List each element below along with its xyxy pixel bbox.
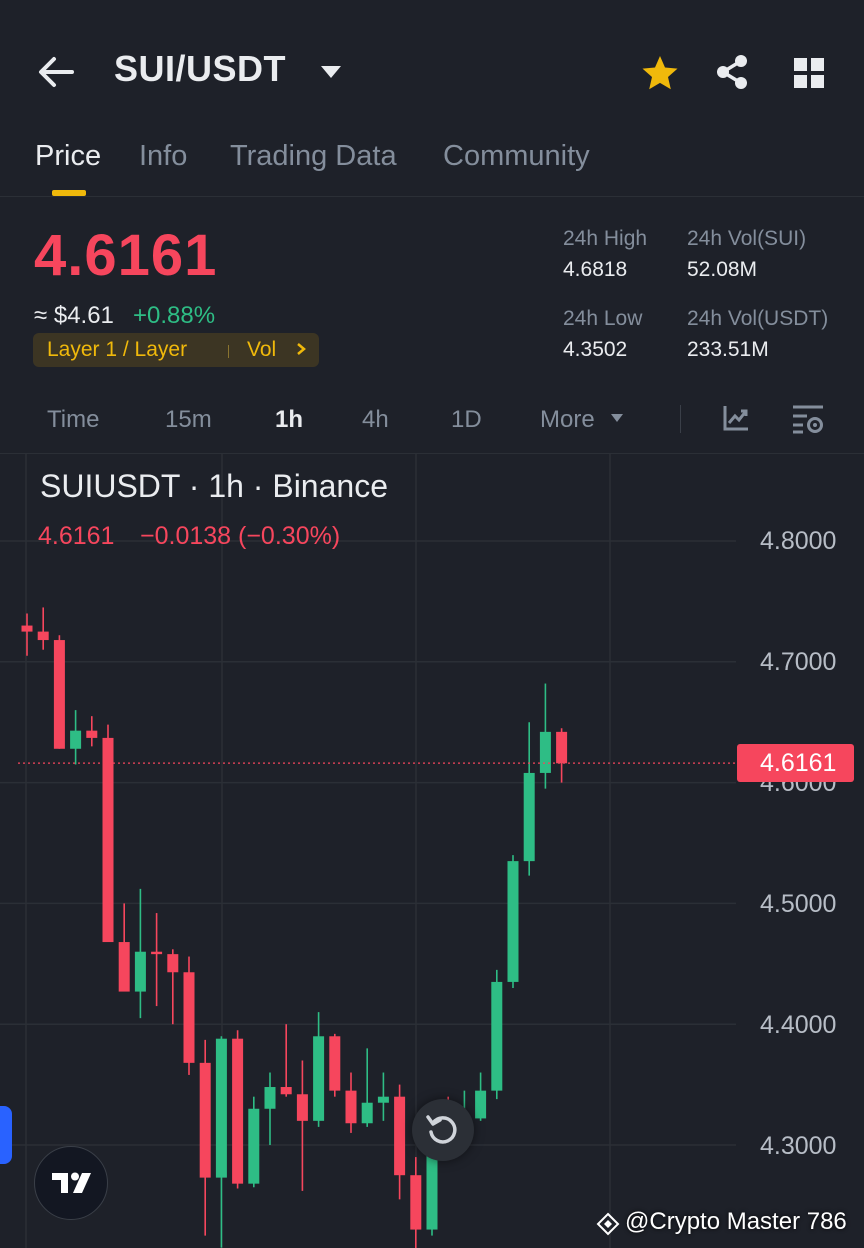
interval-time[interactable]: Time bbox=[47, 406, 99, 434]
candle-up bbox=[523, 772, 535, 862]
tab-trading-data[interactable]: Trading Data bbox=[230, 140, 397, 173]
change-percent: +0.88% bbox=[133, 302, 216, 329]
vol-quote-value: 233.51M bbox=[687, 338, 769, 361]
top-bar: SUI/USDT bbox=[0, 0, 864, 130]
candle-down bbox=[118, 942, 130, 992]
high-label: 24h High bbox=[563, 227, 648, 250]
star-icon[interactable] bbox=[641, 54, 679, 92]
tab-community[interactable]: Community bbox=[443, 140, 590, 173]
ohlc-change: −0.0138 (−0.30%) bbox=[140, 522, 341, 550]
tab-info[interactable]: Info bbox=[139, 140, 187, 173]
candle-up bbox=[475, 1090, 487, 1119]
candle-up bbox=[248, 1108, 260, 1184]
candle-down bbox=[329, 1036, 341, 1091]
candle-down bbox=[199, 1062, 211, 1178]
candle-down bbox=[232, 1038, 244, 1184]
candle-down bbox=[53, 640, 65, 749]
candle-up bbox=[539, 731, 551, 773]
candle-down bbox=[345, 1090, 357, 1124]
candle-down bbox=[394, 1096, 406, 1176]
caret-down-icon bbox=[611, 414, 623, 422]
interval-4h[interactable]: 4h bbox=[362, 406, 389, 434]
share-icon[interactable] bbox=[713, 53, 751, 91]
tab-price[interactable]: Price bbox=[35, 140, 101, 173]
category-tag-label: Layer 1 / Layer bbox=[47, 338, 188, 361]
interval-1h[interactable]: 1h bbox=[275, 406, 303, 434]
interval-1d[interactable]: 1D bbox=[451, 406, 482, 434]
candle-down bbox=[556, 731, 568, 764]
candle-down bbox=[167, 954, 179, 973]
low-value: 4.3502 bbox=[563, 338, 628, 361]
candle-up bbox=[507, 861, 519, 982]
interval-15m[interactable]: 15m bbox=[165, 406, 212, 434]
candle-down bbox=[410, 1175, 422, 1230]
candle-down bbox=[296, 1094, 308, 1121]
y-axis-tick: 4.5000 bbox=[760, 890, 837, 918]
last-price: 4.6161 bbox=[34, 223, 218, 288]
candle-up bbox=[70, 730, 82, 749]
interval-more[interactable]: More bbox=[540, 406, 595, 434]
pair-title[interactable]: SUI/USDT bbox=[114, 48, 286, 90]
toolbar-separator bbox=[680, 405, 681, 433]
last-price-badge-label: 4.6161 bbox=[760, 749, 837, 777]
tabs-divider bbox=[0, 196, 864, 197]
candle-down bbox=[183, 972, 195, 1063]
candle-down bbox=[21, 625, 33, 632]
candle-down bbox=[86, 730, 98, 738]
side-drawer-tab[interactable] bbox=[0, 1106, 12, 1164]
caret-down-icon[interactable] bbox=[320, 64, 342, 80]
reset-icon bbox=[426, 1115, 457, 1144]
vol-tag-label: Vol bbox=[247, 338, 277, 361]
candle-down bbox=[280, 1087, 292, 1095]
chart-settings-icon[interactable] bbox=[791, 403, 825, 435]
chevron-right-icon bbox=[297, 343, 306, 355]
low-label: 24h Low bbox=[563, 307, 643, 330]
candle-up bbox=[264, 1087, 276, 1109]
candle-up bbox=[377, 1096, 389, 1103]
watermark: @Crypto Master 786 bbox=[625, 1208, 847, 1235]
y-axis-tick: 4.7000 bbox=[760, 648, 837, 676]
vol-base-label: 24h Vol(SUI) bbox=[687, 227, 807, 250]
indicator-icon[interactable] bbox=[721, 403, 751, 433]
tradingview-logo-icon bbox=[52, 1172, 91, 1193]
usd-price: ≈ $4.61 bbox=[34, 302, 114, 329]
candle-up bbox=[134, 951, 146, 992]
y-axis-tick: 4.4000 bbox=[760, 1011, 837, 1039]
candle-up bbox=[215, 1038, 227, 1178]
high-value: 4.6818 bbox=[563, 258, 628, 281]
grid-icon[interactable] bbox=[792, 56, 826, 90]
tag-separator bbox=[228, 345, 229, 358]
candle-down bbox=[151, 951, 163, 955]
candle-up bbox=[313, 1036, 325, 1121]
candle-up bbox=[361, 1102, 373, 1124]
candle-up bbox=[491, 981, 503, 1091]
vol-quote-label: 24h Vol(USDT) bbox=[687, 307, 829, 330]
ohlc-price: 4.6161 bbox=[38, 522, 115, 550]
binance-diamond-icon bbox=[596, 1212, 620, 1236]
back-arrow-icon[interactable] bbox=[36, 52, 76, 92]
chart-title: SUIUSDT · 1h · Binance bbox=[40, 468, 388, 504]
y-axis-tick: 4.8000 bbox=[760, 527, 837, 555]
candle-down bbox=[102, 737, 114, 943]
tradingview-logo[interactable] bbox=[34, 1146, 108, 1220]
vol-base-value: 52.08M bbox=[687, 258, 758, 281]
candle-down bbox=[37, 631, 49, 641]
y-axis-tick: 4.3000 bbox=[760, 1132, 837, 1160]
